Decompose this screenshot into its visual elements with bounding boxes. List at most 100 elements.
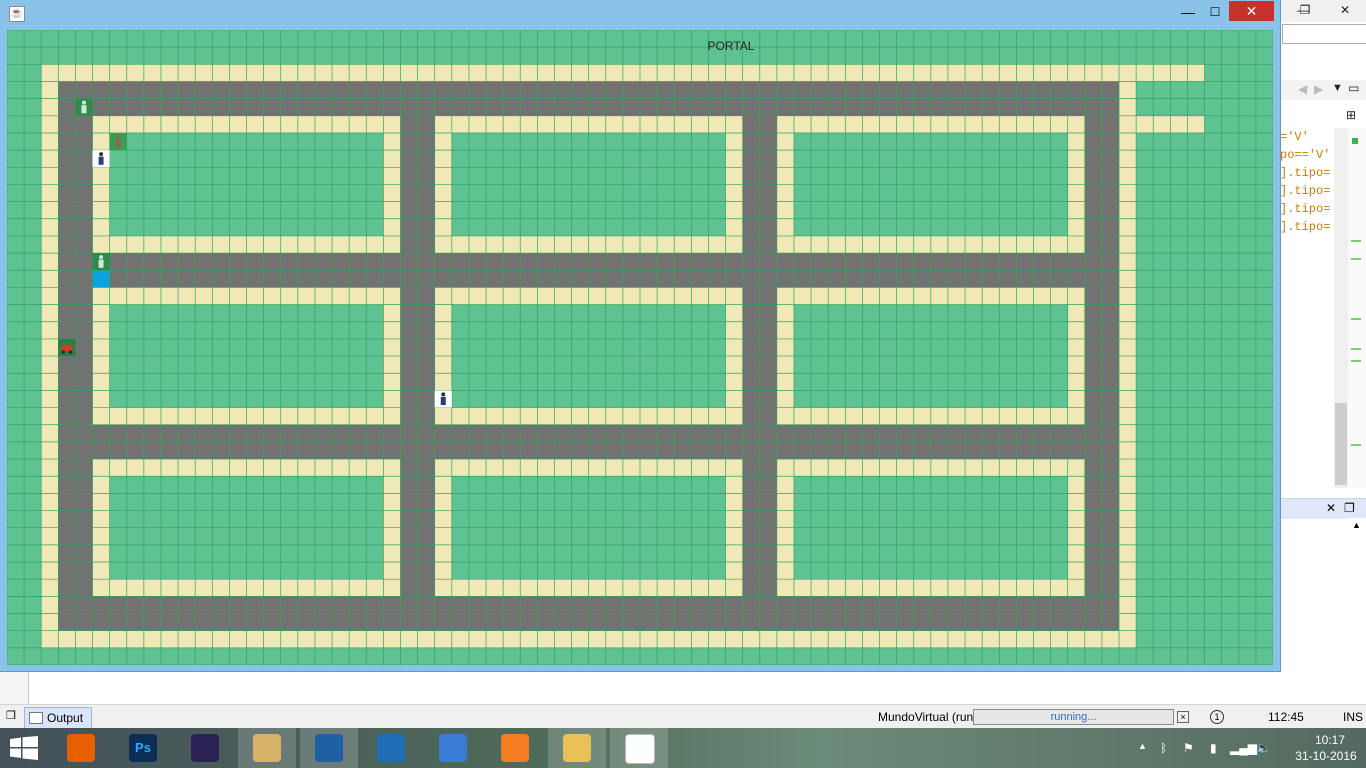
sidewalk-tile (1119, 476, 1137, 494)
sidewalk-tile (1119, 407, 1137, 426)
ide-statusbar: ❐ Output MundoVirtual (run) running... ×… (0, 704, 1366, 729)
sidewalk-tile (434, 373, 453, 391)
sidewalk-tile (434, 167, 453, 185)
taskbar-app-paint[interactable] (238, 728, 296, 768)
sidewalk-tile (92, 373, 110, 391)
notifications-icon[interactable]: 1 (1210, 710, 1224, 724)
sidewalk-tile (434, 338, 453, 357)
output-tab[interactable]: Output (24, 707, 93, 729)
sidewalk-tile (434, 562, 453, 580)
stripe-mark[interactable] (1351, 318, 1361, 320)
sidewalk-tile (1067, 544, 1086, 563)
stripe-mark[interactable] (1351, 240, 1361, 242)
taskbar-app-java[interactable] (610, 728, 668, 768)
dropdown-icon[interactable]: ▼ (1332, 82, 1343, 94)
photoshop-icon: Ps (129, 734, 157, 762)
show-hidden-icons-icon[interactable]: ▲ (1138, 741, 1147, 751)
sidewalk-tile (41, 167, 59, 185)
network-signal-icon[interactable]: ▂▄▆ (1230, 741, 1257, 755)
sidewalk-tile (1119, 98, 1137, 117)
sidewalk-tile (41, 184, 59, 202)
clock-date[interactable]: 31-10-2016 (1290, 749, 1362, 763)
close-panel-icon[interactable]: ✕ (1326, 501, 1336, 515)
sidewalk-tile (776, 338, 795, 357)
java-icon (625, 734, 655, 764)
stripe-mark[interactable] (1351, 348, 1361, 350)
stripe-mark[interactable] (1351, 444, 1361, 446)
restore-panel-icon[interactable]: ❐ (1344, 501, 1355, 515)
run-progress-bar[interactable]: running... (973, 709, 1174, 725)
forward-arrow-icon[interactable]: ▶ (1314, 82, 1323, 96)
back-arrow-icon[interactable]: ◀ (1298, 82, 1307, 96)
sidewalk-tile (41, 132, 59, 151)
maximize-button[interactable]: ☐ (1202, 2, 1228, 22)
clock-time[interactable]: 10:17 (1300, 733, 1360, 747)
red-car-icon[interactable] (58, 338, 76, 357)
sidewalk-tile (92, 201, 110, 220)
pedestrian-icon[interactable] (434, 390, 452, 408)
close-button[interactable]: ✕ (1229, 1, 1274, 21)
sidewalk-tile (1119, 493, 1137, 511)
sidewalk-tile (1119, 270, 1137, 288)
sidewalk-tile (41, 338, 59, 357)
editor-scrollbar-thumb[interactable] (1335, 403, 1347, 485)
sidewalk-tile (41, 424, 59, 443)
sidewalk-tile (41, 201, 59, 220)
ide-search-input[interactable] (1282, 24, 1366, 44)
action-center-icon[interactable]: ⚑ (1183, 741, 1194, 755)
split-editor-icon[interactable]: ⊞ (1346, 108, 1356, 122)
sidewalk-tile (41, 235, 59, 254)
blue-vehicle-icon[interactable] (92, 253, 110, 271)
ide-restore-icon[interactable]: ❐ (1290, 0, 1320, 20)
stripe-mark[interactable] (1351, 360, 1361, 362)
sidewalk-tile (41, 150, 59, 168)
person-green-icon[interactable] (75, 98, 93, 116)
minimize-output-icon[interactable]: ❐ (6, 709, 16, 722)
taskbar-app-folder[interactable] (548, 728, 606, 768)
code-line: po=='V' (1280, 148, 1331, 162)
taskbar-app-photoshop[interactable]: Ps (114, 728, 172, 768)
sidewalk-tile (725, 304, 743, 323)
sidewalk-tile (1119, 253, 1137, 271)
sidewalk-tile (383, 476, 401, 494)
bluetooth-icon[interactable]: ᛒ (1160, 741, 1167, 755)
maximize-editor-icon[interactable]: ▭ (1348, 81, 1359, 95)
sidewalk-tile (1067, 356, 1086, 374)
ide-close-icon[interactable]: ✕ (1330, 0, 1360, 20)
sidewalk-tile (383, 338, 401, 357)
taskbar-app-virtualbox[interactable] (300, 728, 358, 768)
sidewalk-tile (1067, 390, 1086, 408)
paint-icon (253, 734, 281, 762)
scroll-up-icon[interactable]: ▲ (1352, 520, 1361, 530)
sidewalk-tile (1067, 562, 1086, 580)
code-editor[interactable]: ='V' po=='V' ].tipo= ].tipo= ].tipo= ].t… (1280, 128, 1332, 488)
sidewalk-tile (41, 407, 59, 426)
taskbar-app-xampp[interactable] (486, 728, 544, 768)
sidewalk-tile (383, 356, 401, 374)
game-map-canvas[interactable]: PORTAL (7, 30, 1273, 665)
stripe-mark[interactable] (1351, 258, 1361, 260)
cancel-task-icon[interactable]: × (1177, 711, 1189, 723)
person-brown-icon[interactable] (109, 132, 127, 151)
sidewalk-tile (41, 562, 59, 580)
battery-icon[interactable]: ▮ (1210, 741, 1217, 755)
taskbar-app-git[interactable] (424, 728, 482, 768)
taskbar-app-eclipse[interactable] (176, 728, 234, 768)
sidewalk-tile (776, 356, 795, 374)
minimize-button[interactable]: — (1175, 2, 1201, 22)
road-tile (109, 270, 1120, 288)
pedestrian-icon[interactable] (92, 150, 110, 168)
output-console[interactable] (0, 670, 1366, 704)
sidewalk-tile (776, 218, 795, 237)
output-panel-header: ✕ ❐ (1280, 498, 1366, 519)
sidewalk-tile (41, 493, 59, 511)
sidewalk-tile (1119, 356, 1137, 374)
city-map[interactable]: PORTAL (7, 30, 1273, 665)
windows-start-icon[interactable] (10, 736, 38, 760)
sidewalk-tile (776, 527, 795, 546)
volume-icon[interactable]: 🔈 (1256, 741, 1271, 755)
taskbar-app-bracket-app[interactable] (362, 728, 420, 768)
sidewalk-tile (41, 390, 59, 408)
sidewalk-tile (41, 527, 59, 546)
taskbar-app-firefox[interactable] (52, 728, 110, 768)
